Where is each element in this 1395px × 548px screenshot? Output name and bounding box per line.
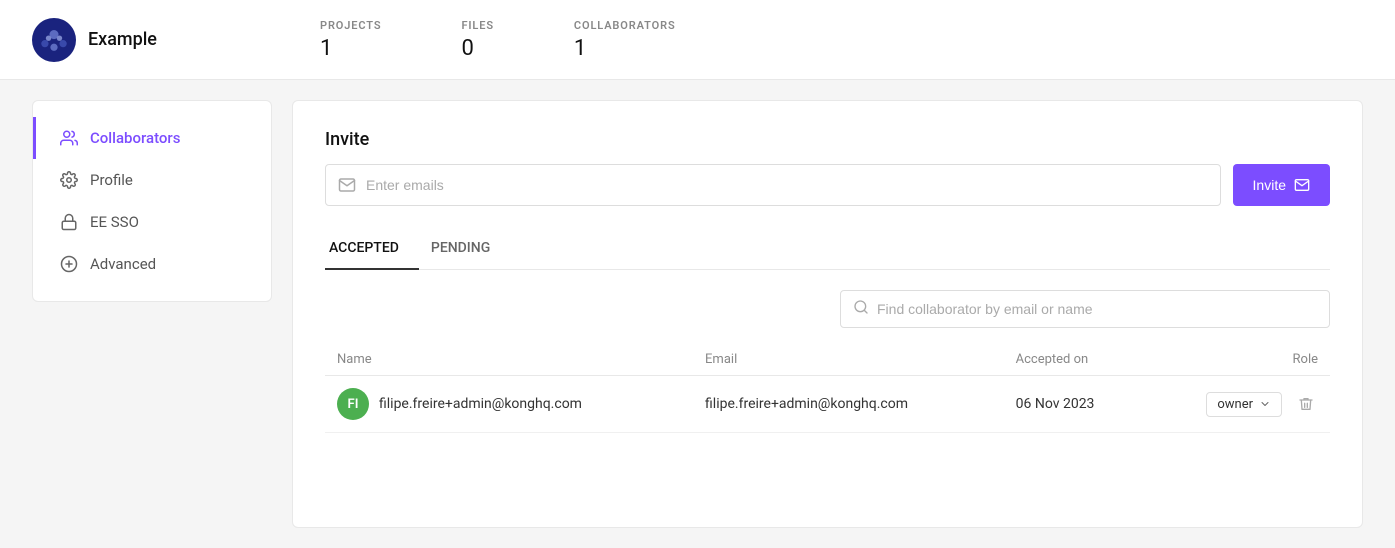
role-label: owner [1217, 397, 1253, 412]
col-role: Role [1144, 344, 1330, 376]
stat-projects-label: PROJECTS [320, 19, 381, 32]
tabs: ACCEPTED PENDING [325, 230, 1330, 270]
search-wrap [840, 290, 1330, 328]
cell-accepted-on: 06 Nov 2023 [1004, 376, 1145, 433]
tab-pending[interactable]: PENDING [427, 230, 510, 270]
plus-circle-icon [60, 255, 78, 273]
table-row: FI filipe.freire+admin@konghq.com filipe… [325, 376, 1330, 433]
collaborators-table: Name Email Accepted on Role FI filipe.fr… [325, 344, 1330, 433]
cell-email: filipe.freire+admin@konghq.com [693, 376, 1004, 433]
stat-collaborators-value: 1 [574, 36, 676, 61]
sidebar-item-advanced[interactable]: Advanced [33, 243, 271, 285]
stat-collaborators: COLLABORATORS 1 [574, 19, 676, 61]
search-row [325, 290, 1330, 328]
stat-collaborators-label: COLLABORATORS [574, 19, 676, 32]
user-avatar: FI [337, 388, 369, 420]
chevron-down-icon [1259, 398, 1271, 410]
sidebar-label-collaborators: Collaborators [90, 129, 180, 147]
org-name: Example [88, 29, 157, 50]
stat-files-value: 0 [461, 36, 493, 61]
sidebar-item-profile[interactable]: Profile [33, 159, 271, 201]
role-badge[interactable]: owner [1206, 392, 1282, 417]
trash-icon [1298, 396, 1314, 412]
sidebar: Collaborators Profile EE SSO [32, 100, 272, 302]
email-input[interactable] [366, 177, 1208, 193]
profile-icon [60, 171, 78, 189]
search-input[interactable] [877, 301, 1317, 317]
mail-icon [338, 176, 356, 194]
user-name: filipe.freire+admin@konghq.com [379, 396, 582, 412]
sidebar-item-ee-sso[interactable]: EE SSO [33, 201, 271, 243]
stat-files-label: FILES [461, 19, 493, 32]
stat-projects-value: 1 [320, 36, 381, 61]
invite-button[interactable]: Invite [1233, 164, 1330, 206]
sidebar-label-advanced: Advanced [90, 255, 156, 273]
col-email: Email [693, 344, 1004, 376]
sidebar-label-profile: Profile [90, 171, 133, 189]
tab-accepted[interactable]: ACCEPTED [325, 230, 419, 270]
sidebar-label-ee-sso: EE SSO [90, 213, 139, 231]
invite-title: Invite [325, 129, 1330, 150]
invite-row: Invite [325, 164, 1330, 206]
org-avatar [32, 18, 76, 62]
content-panel: Invite Invite [292, 100, 1363, 528]
org-info: Example [32, 18, 192, 62]
col-name: Name [325, 344, 693, 376]
invite-mail-icon [1294, 177, 1310, 193]
stats-group: PROJECTS 1 FILES 0 COLLABORATORS 1 [320, 19, 676, 61]
collaborators-icon [60, 129, 78, 147]
invite-input-wrap [325, 164, 1221, 206]
col-accepted-on: Accepted on [1004, 344, 1145, 376]
cell-name: FI filipe.freire+admin@konghq.com [325, 376, 693, 433]
top-bar: Example PROJECTS 1 FILES 0 COLLABORATORS… [0, 0, 1395, 80]
stat-files: FILES 0 [461, 19, 493, 61]
main-layout: Collaborators Profile EE SSO [0, 80, 1395, 548]
cell-role: owner [1144, 376, 1330, 433]
invite-button-label: Invite [1253, 177, 1286, 193]
sidebar-item-collaborators[interactable]: Collaborators [33, 117, 271, 159]
stat-projects: PROJECTS 1 [320, 19, 381, 61]
lock-icon [60, 213, 78, 231]
delete-button[interactable] [1294, 392, 1318, 416]
search-icon [853, 299, 869, 319]
